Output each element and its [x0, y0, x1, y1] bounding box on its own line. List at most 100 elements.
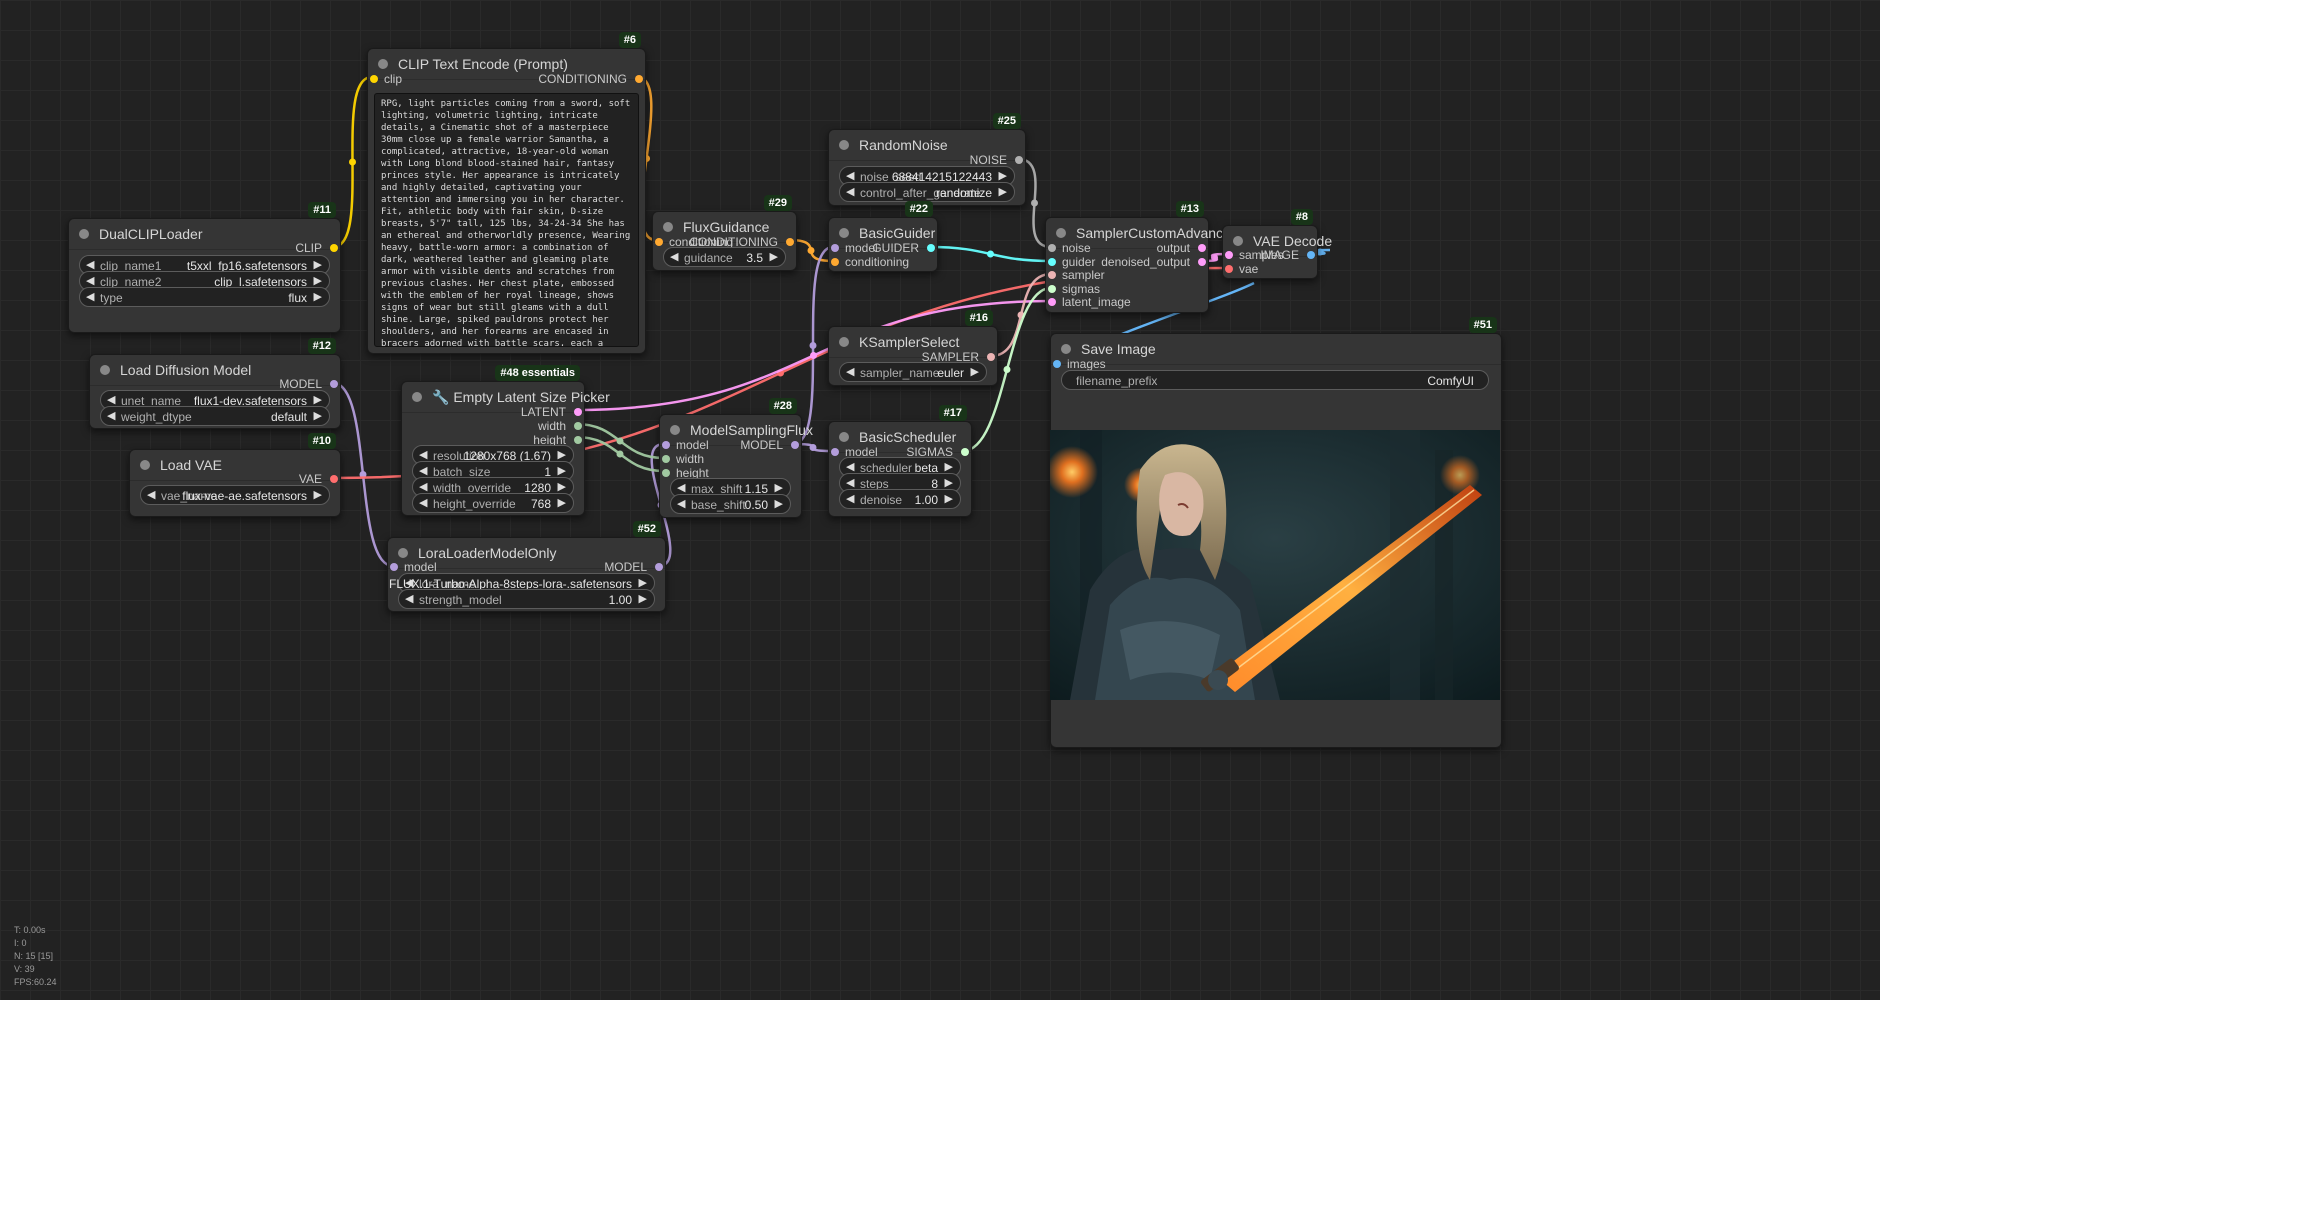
arrow-right-icon[interactable]: ▶ [945, 460, 953, 473]
port-dot-icon[interactable] [330, 475, 338, 483]
collapse-dot-icon[interactable] [140, 460, 150, 470]
combo-control-after-generate[interactable]: ◀ control_after_generate randomize ▶ [839, 182, 1015, 202]
output-image-preview[interactable] [1050, 430, 1500, 700]
link-latent-midpoint[interactable] [810, 352, 817, 359]
port-dot-icon[interactable] [1048, 271, 1056, 279]
prompt-text-input[interactable]: RPG, light particles coming from a sword… [374, 93, 639, 347]
arrow-right-icon[interactable]: ▶ [558, 448, 566, 461]
arrow-left-icon[interactable]: ◀ [86, 290, 94, 303]
number-base-shift[interactable]: ◀ base_shift 0.50 ▶ [670, 494, 791, 514]
node-title-bar[interactable]: Save Image [1051, 334, 1501, 365]
collapse-dot-icon[interactable] [670, 425, 680, 435]
node-load-vae[interactable]: #10 Load VAE VAE ◀ vae_name flux-vae-ae.sa… [129, 433, 341, 517]
output-port-model[interactable]: MODEL [604, 560, 663, 574]
arrow-right-icon[interactable]: ▶ [945, 476, 953, 489]
output-port-vae[interactable]: VAE [299, 472, 338, 486]
port-dot-icon[interactable] [1048, 258, 1056, 266]
port-dot-icon[interactable] [390, 563, 398, 571]
collapse-dot-icon[interactable] [839, 337, 849, 347]
port-dot-icon[interactable] [1048, 244, 1056, 252]
port-dot-icon[interactable] [655, 238, 663, 246]
collapse-dot-icon[interactable] [839, 432, 849, 442]
port-dot-icon[interactable] [370, 75, 378, 83]
combo-weight-dtype[interactable]: ◀ weight_dtype default ▶ [100, 406, 330, 426]
output-port-clip[interactable]: CLIP [295, 241, 338, 255]
port-dot-icon[interactable] [831, 258, 839, 266]
arrow-left-icon[interactable]: ◀ [846, 365, 854, 378]
output-port-image[interactable]: IMAGE [1260, 248, 1315, 262]
port-dot-icon[interactable] [831, 448, 839, 456]
arrow-left-icon[interactable]: ◀ [670, 250, 678, 263]
port-dot-icon[interactable] [635, 75, 643, 83]
arrow-right-icon[interactable]: ▶ [558, 496, 566, 509]
port-dot-icon[interactable] [330, 380, 338, 388]
input-port-vae[interactable]: vae [1225, 262, 1258, 276]
node-model-sampling-flux[interactable]: #28 ModelSamplingFlux model width height… [659, 398, 813, 518]
link-sigmas-midpoint[interactable] [1003, 366, 1011, 373]
node-graph-canvas[interactable]: #6 CLIP Text Encode (Prompt) clip CONDIT… [0, 0, 1880, 1000]
link-noise-midpoint[interactable] [1031, 199, 1038, 207]
arrow-right-icon[interactable]: ▶ [770, 250, 778, 263]
input-port-latent-image[interactable]: latent_image [1048, 295, 1131, 309]
output-port-width[interactable]: width [538, 419, 582, 433]
number-strength-model[interactable]: ◀ strength_model 1.00 ▶ [398, 589, 655, 609]
input-port-model[interactable]: model [662, 438, 709, 452]
port-dot-icon[interactable] [574, 436, 582, 444]
arrow-right-icon[interactable]: ▶ [314, 393, 322, 406]
collapse-dot-icon[interactable] [100, 365, 110, 375]
collapse-dot-icon[interactable] [1061, 344, 1071, 354]
input-port-noise[interactable]: noise [1048, 241, 1091, 255]
arrow-right-icon[interactable]: ▶ [558, 464, 566, 477]
output-port-noise[interactable]: NOISE [970, 153, 1023, 167]
port-dot-icon[interactable] [831, 244, 839, 252]
output-port-model[interactable]: MODEL [740, 438, 799, 452]
collapse-dot-icon[interactable] [663, 222, 673, 232]
port-dot-icon[interactable] [1307, 251, 1315, 259]
port-dot-icon[interactable] [1015, 156, 1023, 164]
port-dot-icon[interactable] [574, 422, 582, 430]
arrow-left-icon[interactable]: ◀ [846, 476, 854, 489]
link-model-scheduler-midpoint[interactable] [809, 444, 817, 451]
input-port-conditioning[interactable]: conditioning [831, 255, 909, 269]
node-empty-latent-size-picker[interactable]: #48 essentials 🔧 Empty Latent Size Picke… [401, 365, 610, 516]
output-port-latent[interactable]: LATENT [521, 405, 582, 419]
combo-type[interactable]: ◀ type flux ▶ [79, 287, 330, 307]
port-dot-icon[interactable] [655, 563, 663, 571]
node-vae-decode[interactable]: #8 VAE Decode samples vae IMAGE [1222, 209, 1332, 279]
link-clip-midpoint[interactable] [349, 158, 356, 166]
output-port-conditioning[interactable]: CONDITIONING [538, 72, 643, 86]
node-basic-scheduler[interactable]: #17 BasicScheduler model SIGMAS ◀ schedul… [828, 405, 972, 517]
input-port-model[interactable]: model [831, 241, 878, 255]
arrow-left-icon[interactable]: ◀ [846, 169, 854, 182]
collapse-dot-icon[interactable] [1056, 228, 1066, 238]
output-port-guider[interactable]: GUIDER [872, 241, 935, 255]
input-port-clip[interactable]: clip [370, 72, 402, 86]
collapse-dot-icon[interactable] [839, 140, 849, 150]
node-random-noise[interactable]: #25 RandomNoise NOISE ◀ noise_seed 6884142… [828, 113, 1026, 206]
node-ksampler-select[interactable]: #16 KSamplerSelect SAMPLER ◀ sampler_name… [828, 310, 998, 386]
arrow-left-icon[interactable]: ◀ [107, 409, 115, 422]
arrow-right-icon[interactable]: ▶ [639, 592, 647, 605]
collapse-dot-icon[interactable] [398, 548, 408, 558]
port-dot-icon[interactable] [786, 238, 794, 246]
port-dot-icon[interactable] [1198, 258, 1206, 266]
collapse-dot-icon[interactable] [378, 59, 388, 69]
node-lora-loader-model-only[interactable]: #52 LoraLoaderModelOnly model MODEL ◀ lor… [387, 521, 666, 612]
arrow-right-icon[interactable]: ▶ [999, 185, 1007, 198]
link-width-midpoint[interactable] [616, 437, 624, 445]
collapse-dot-icon[interactable] [1233, 236, 1243, 246]
port-dot-icon[interactable] [961, 448, 969, 456]
port-dot-icon[interactable] [1048, 285, 1056, 293]
output-port-model[interactable]: MODEL [279, 377, 338, 391]
arrow-left-icon[interactable]: ◀ [419, 448, 427, 461]
arrow-left-icon[interactable]: ◀ [419, 496, 427, 509]
arrow-left-icon[interactable]: ◀ [107, 393, 115, 406]
port-dot-icon[interactable] [1225, 251, 1233, 259]
number-height-override[interactable]: ◀ height_override 768 ▶ [412, 493, 574, 513]
arrow-left-icon[interactable]: ◀ [86, 274, 94, 287]
combo-vae-name[interactable]: ◀ vae_name flux-vae-ae.safetensors ▶ [140, 485, 330, 505]
arrow-right-icon[interactable]: ▶ [945, 492, 953, 505]
input-port-model[interactable]: model [390, 560, 437, 574]
input-port-width[interactable]: width [662, 452, 704, 466]
arrow-left-icon[interactable]: ◀ [419, 480, 427, 493]
